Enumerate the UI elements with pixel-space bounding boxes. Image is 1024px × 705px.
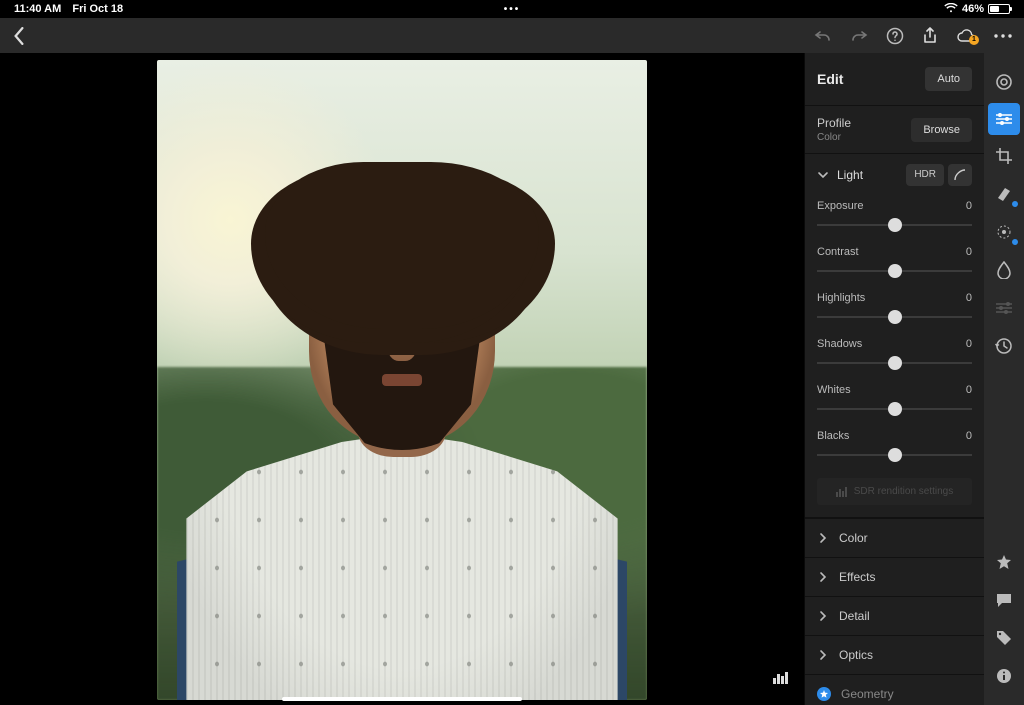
home-indicator[interactable] [282,697,522,701]
tone-curve-button[interactable] [948,164,972,186]
section-geometry[interactable]: Geometry [805,674,984,705]
profile-value: Color [817,132,851,143]
tool-rail [984,53,1024,705]
profile-label: Profile [817,116,851,130]
histogram-toggle-button[interactable] [772,671,790,685]
slider-track[interactable] [817,400,972,418]
slider-thumb[interactable] [888,218,902,232]
undo-button[interactable] [814,29,832,43]
slider-whites: Whites 0 [805,380,984,426]
battery-icon [988,4,1010,14]
section-detail[interactable]: Detail [805,596,984,635]
comments-tool[interactable] [984,581,1024,619]
slider-label: Exposure [817,200,863,212]
section-color[interactable]: Color [805,518,984,557]
slider-highlights: Highlights 0 [805,288,984,334]
back-button[interactable] [12,27,26,45]
slider-track[interactable] [817,354,972,372]
photo-preview [157,60,647,700]
slider-track[interactable] [817,262,972,280]
section-effects[interactable]: Effects [805,557,984,596]
hdr-button[interactable]: HDR [906,164,944,186]
slider-value: 0 [966,292,972,304]
slider-track[interactable] [817,446,972,464]
info-tool[interactable] [984,657,1024,695]
slider-label: Whites [817,384,851,396]
slider-value: 0 [966,200,972,212]
slider-shadows: Shadows 0 [805,334,984,380]
help-button[interactable] [886,27,904,45]
slider-thumb[interactable] [888,448,902,462]
slider-track[interactable] [817,308,972,326]
panel-title: Edit [817,71,843,87]
section-light-label: Light [837,168,898,182]
cloud-badge-count: 1 [969,35,979,45]
auto-button[interactable]: Auto [925,67,972,91]
crop-tool[interactable] [984,137,1024,175]
chevron-right-icon [817,532,829,544]
keywords-tool[interactable] [984,619,1024,657]
chevron-right-icon [817,610,829,622]
masking-tool[interactable] [984,213,1024,251]
cloud-sync-button[interactable]: 1 [956,29,976,43]
slider-thumb[interactable] [888,264,902,278]
redo-button[interactable] [850,29,868,43]
status-bar: 11:40 AM Fri Oct 18 ••• 46% [0,0,1024,18]
lens-blur-tool[interactable] [984,251,1024,289]
battery-pct: 46% [962,3,984,15]
status-ellipsis: ••• [504,4,521,15]
more-button[interactable] [994,34,1012,38]
slider-value: 0 [966,246,972,258]
slider-thumb[interactable] [888,356,902,370]
sdr-label: SDR rendition settings [854,486,954,497]
slider-contrast: Contrast 0 [805,242,984,288]
edit-panel: Edit Auto Profile Color Browse Light HDR [804,53,984,705]
versions-tool[interactable] [984,327,1024,365]
top-toolbar: 1 [0,18,1024,53]
rate-tool[interactable] [984,543,1024,581]
slider-exposure: Exposure 0 [805,196,984,242]
browse-profile-button[interactable]: Browse [911,118,972,142]
presets-tool[interactable] [984,63,1024,101]
section-light-header[interactable]: Light HDR [805,154,984,196]
chevron-right-icon [817,649,829,661]
slider-label: Highlights [817,292,865,304]
slider-value: 0 [966,338,972,350]
status-date: Fri Oct 18 [72,3,123,15]
slider-value: 0 [966,384,972,396]
healing-tool[interactable] [984,175,1024,213]
edit-tool[interactable] [988,103,1020,135]
slider-label: Shadows [817,338,862,350]
chevron-right-icon [817,571,829,583]
wifi-icon [944,3,958,16]
slider-value: 0 [966,430,972,442]
slider-thumb[interactable] [888,310,902,324]
image-canvas[interactable] [0,53,804,705]
slider-label: Blacks [817,430,849,442]
section-optics[interactable]: Optics [805,635,984,674]
slider-blacks: Blacks 0 [805,426,984,472]
slider-track[interactable] [817,216,972,234]
sliders-disabled-tool [984,289,1024,327]
status-time: 11:40 AM [14,3,61,15]
premium-star-icon [817,687,831,701]
sdr-rendition-button: SDR rendition settings [817,478,972,505]
share-button[interactable] [922,27,938,45]
slider-label: Contrast [817,246,859,258]
histogram-icon [836,487,848,497]
chevron-down-icon [817,169,829,181]
slider-thumb[interactable] [888,402,902,416]
